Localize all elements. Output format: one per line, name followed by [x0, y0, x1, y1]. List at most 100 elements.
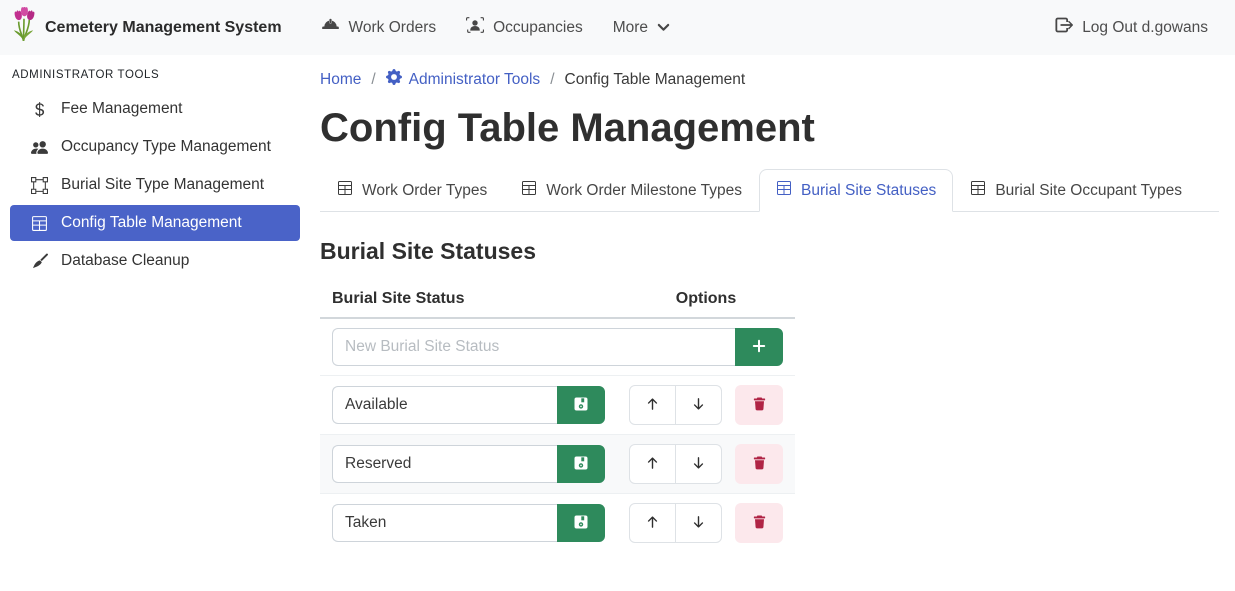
add-status-button[interactable]: [735, 328, 783, 366]
hard-hat-icon: [321, 17, 340, 39]
nav-work-orders-label: Work Orders: [349, 19, 437, 37]
breadcrumb-admin-tools-label: Administrator Tools: [409, 71, 541, 89]
sidebar-item-label: Fee Management: [61, 100, 183, 118]
new-status-row: [320, 318, 795, 376]
move-down-button[interactable]: [675, 444, 722, 484]
save-button[interactable]: [557, 445, 605, 483]
page-title: Config Table Management: [320, 106, 1219, 151]
main-content: Home / Administrator Tools / Config Tabl…: [310, 55, 1235, 552]
status-input[interactable]: [332, 504, 557, 542]
sidebar-item-config-table-management[interactable]: Config Table Management: [10, 205, 300, 241]
sidebar-item-database-cleanup[interactable]: Database Cleanup: [10, 243, 300, 279]
save-icon: [573, 396, 589, 415]
breadcrumb-administrator-tools[interactable]: Administrator Tools: [386, 69, 541, 90]
tulip-logo-icon: [10, 7, 37, 48]
trash-icon: [752, 514, 767, 533]
sidebar: ADMINISTRATOR TOOLS Fee Management Occup…: [0, 55, 310, 281]
nav-more[interactable]: More: [602, 11, 681, 45]
save-icon: [573, 514, 589, 533]
sidebar-item-label: Config Table Management: [61, 214, 242, 232]
sidebar-heading: ADMINISTRATOR TOOLS: [10, 63, 300, 91]
move-up-button[interactable]: [629, 385, 676, 425]
tab-label: Burial Site Statuses: [801, 182, 936, 200]
status-row-reserved: [320, 435, 795, 494]
table-icon: [30, 215, 49, 232]
breadcrumb: Home / Administrator Tools / Config Tabl…: [320, 65, 1219, 90]
trash-icon: [752, 396, 767, 415]
nav-more-label: More: [613, 19, 648, 37]
logout-link[interactable]: Log Out d.gowans: [1044, 8, 1219, 47]
save-icon: [573, 455, 589, 474]
trash-icon: [752, 455, 767, 474]
app-brand[interactable]: Cemetery Management System: [10, 7, 282, 48]
nav-work-orders[interactable]: Work Orders: [310, 9, 448, 47]
table-header-row: Burial Site Status Options: [320, 281, 795, 318]
chevron-down-icon: [657, 19, 670, 37]
breadcrumb-separator: /: [550, 71, 554, 89]
nav-occupancies[interactable]: Occupancies: [455, 8, 594, 47]
tab-label: Work Order Types: [362, 182, 487, 200]
tab-label: Burial Site Occupant Types: [995, 182, 1182, 200]
status-input[interactable]: [332, 386, 557, 424]
breadcrumb-current: Config Table Management: [565, 71, 746, 89]
main-nav: Work Orders Occupancies More: [310, 8, 682, 47]
logout-label: Log Out d.gowans: [1082, 19, 1208, 37]
column-header-options: Options: [617, 281, 795, 318]
tab-label: Work Order Milestone Types: [546, 182, 742, 200]
table-icon: [337, 180, 353, 201]
delete-button[interactable]: [735, 503, 783, 543]
plus-icon: [751, 338, 767, 357]
top-navbar: Cemetery Management System Work Orders: [0, 0, 1235, 55]
arrow-up-icon: [645, 514, 660, 533]
arrow-up-icon: [645, 455, 660, 474]
tab-work-order-milestone-types[interactable]: Work Order Milestone Types: [504, 169, 759, 212]
arrow-down-icon: [691, 396, 706, 415]
tab-burial-site-occupant-types[interactable]: Burial Site Occupant Types: [953, 169, 1199, 212]
app-title: Cemetery Management System: [45, 19, 282, 37]
sidebar-item-label: Occupancy Type Management: [61, 138, 271, 156]
bounding-box-icon: [30, 177, 49, 194]
status-row-taken: [320, 494, 795, 553]
column-header-burial-site-status: Burial Site Status: [320, 281, 617, 318]
breadcrumb-separator: /: [371, 71, 375, 89]
person-bounding-box-icon: [466, 16, 484, 39]
sidebar-item-occupancy-type-management[interactable]: Occupancy Type Management: [10, 129, 300, 165]
burial-site-status-table: Burial Site Status Options: [320, 281, 795, 552]
table-icon: [970, 180, 986, 201]
section-title: Burial Site Statuses: [320, 238, 1219, 265]
dollar-icon: [30, 101, 49, 118]
move-down-button[interactable]: [675, 503, 722, 543]
new-status-input[interactable]: [332, 328, 735, 366]
arrow-down-icon: [691, 455, 706, 474]
nav-occupancies-label: Occupancies: [493, 19, 583, 37]
arrow-down-icon: [691, 514, 706, 533]
delete-button[interactable]: [735, 444, 783, 484]
table-icon: [521, 180, 537, 201]
status-row-available: [320, 376, 795, 435]
gear-icon: [386, 69, 402, 90]
save-button[interactable]: [557, 504, 605, 542]
box-arrow-right-icon: [1055, 16, 1073, 39]
tab-work-order-types[interactable]: Work Order Types: [320, 169, 504, 212]
sidebar-item-label: Database Cleanup: [61, 252, 189, 270]
move-down-button[interactable]: [675, 385, 722, 425]
move-up-button[interactable]: [629, 444, 676, 484]
sidebar-item-fee-management[interactable]: Fee Management: [10, 91, 300, 127]
tab-bar: Work Order Types Work Order Milestone Ty…: [320, 169, 1219, 212]
broom-icon: [30, 253, 49, 270]
sidebar-item-label: Burial Site Type Management: [61, 176, 264, 194]
tab-burial-site-statuses[interactable]: Burial Site Statuses: [759, 169, 953, 212]
reorder-group: [629, 444, 722, 484]
sidebar-item-burial-site-type-management[interactable]: Burial Site Type Management: [10, 167, 300, 203]
breadcrumb-home-label: Home: [320, 71, 361, 89]
status-input[interactable]: [332, 445, 557, 483]
table-icon: [776, 180, 792, 201]
people-icon: [30, 139, 49, 156]
move-up-button[interactable]: [629, 503, 676, 543]
reorder-group: [629, 503, 722, 543]
arrow-up-icon: [645, 396, 660, 415]
delete-button[interactable]: [735, 385, 783, 425]
reorder-group: [629, 385, 722, 425]
save-button[interactable]: [557, 386, 605, 424]
breadcrumb-home[interactable]: Home: [320, 71, 361, 89]
